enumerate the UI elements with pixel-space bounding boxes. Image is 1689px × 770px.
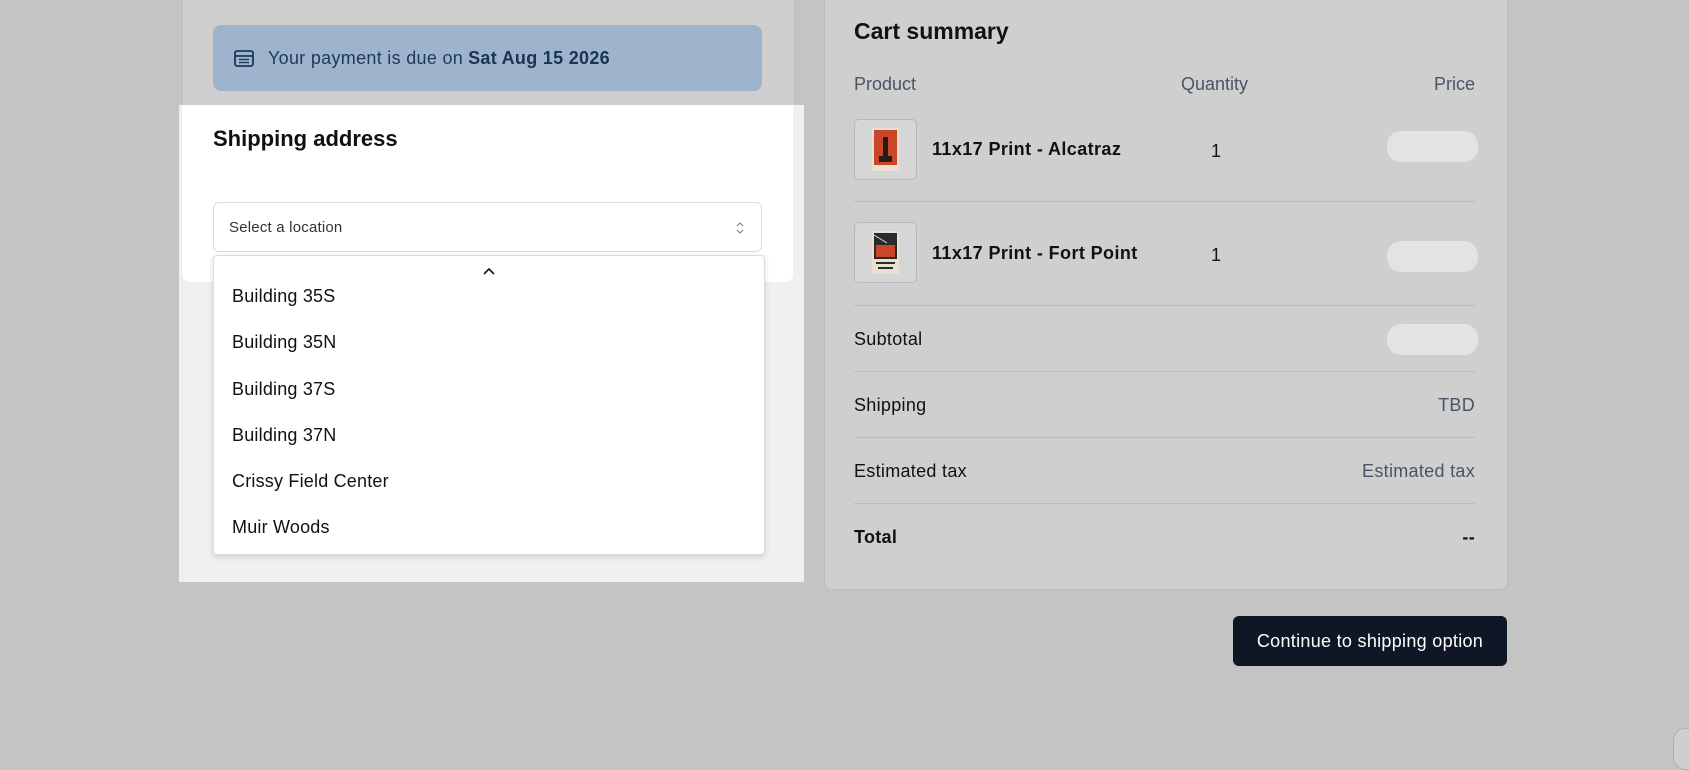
location-option[interactable]: Building 37S xyxy=(232,379,335,400)
location-option[interactable]: Building 37N xyxy=(232,425,336,446)
quantity-column-header: Quantity xyxy=(1181,74,1249,94)
estimated-tax-value: Estimated tax xyxy=(1362,461,1475,481)
location-option[interactable]: Building 35N xyxy=(232,332,336,353)
price-loading-placeholder xyxy=(1387,131,1478,162)
subtotal-label: Subtotal xyxy=(854,329,923,349)
continue-to-shipping-option-button[interactable]: Continue to shipping option xyxy=(1233,616,1507,666)
location-select[interactable]: Select a location xyxy=(213,202,762,252)
cart-item-name: 11x17 Print - Fort Point xyxy=(932,243,1138,263)
floating-widget-button[interactable] xyxy=(1673,728,1689,770)
cart-summary-card xyxy=(824,0,1508,590)
estimated-tax-label: Estimated tax xyxy=(854,461,967,481)
alcatraz-print-thumbnail xyxy=(854,119,917,180)
price-loading-placeholder xyxy=(1387,241,1478,272)
cart-summary-title: Cart summary xyxy=(854,18,1009,44)
divider xyxy=(854,371,1475,372)
sort-chevron-icon xyxy=(735,220,745,236)
price-column-header: Price xyxy=(1433,74,1475,94)
cart-item-name: 11x17 Print - Alcatraz xyxy=(932,139,1122,159)
notice-date: Sat Aug 15 2026 xyxy=(468,47,610,68)
scroll-up-icon[interactable] xyxy=(482,263,496,275)
location-dropdown: Building 35S Building 35N Building 37S B… xyxy=(213,255,765,555)
payment-due-notice: Your payment is due on Sat Aug 15 2026 xyxy=(213,25,762,91)
subtotal-loading-placeholder xyxy=(1387,324,1478,355)
shipping-label: Shipping xyxy=(854,395,927,415)
location-option[interactable]: Muir Woods xyxy=(232,517,330,538)
shipping-address-title: Shipping address xyxy=(213,126,398,151)
notice-text: Your payment is due on xyxy=(268,47,464,68)
total-label: Total xyxy=(854,527,898,547)
calendar-icon xyxy=(233,47,255,69)
fort-point-print-thumbnail xyxy=(854,222,917,283)
shipping-value: TBD xyxy=(1438,395,1475,415)
divider xyxy=(854,201,1475,202)
total-value: -- xyxy=(1462,527,1475,547)
cart-item-quantity: 1 xyxy=(1211,245,1222,265)
location-option[interactable]: Building 35S xyxy=(232,286,335,307)
divider xyxy=(854,305,1475,306)
product-column-header: Product xyxy=(854,74,917,94)
divider xyxy=(854,503,1475,504)
location-select-placeholder: Select a location xyxy=(229,218,343,236)
cart-item-quantity: 1 xyxy=(1211,141,1222,161)
location-option[interactable]: Crissy Field Center xyxy=(232,471,389,492)
divider xyxy=(854,437,1475,438)
